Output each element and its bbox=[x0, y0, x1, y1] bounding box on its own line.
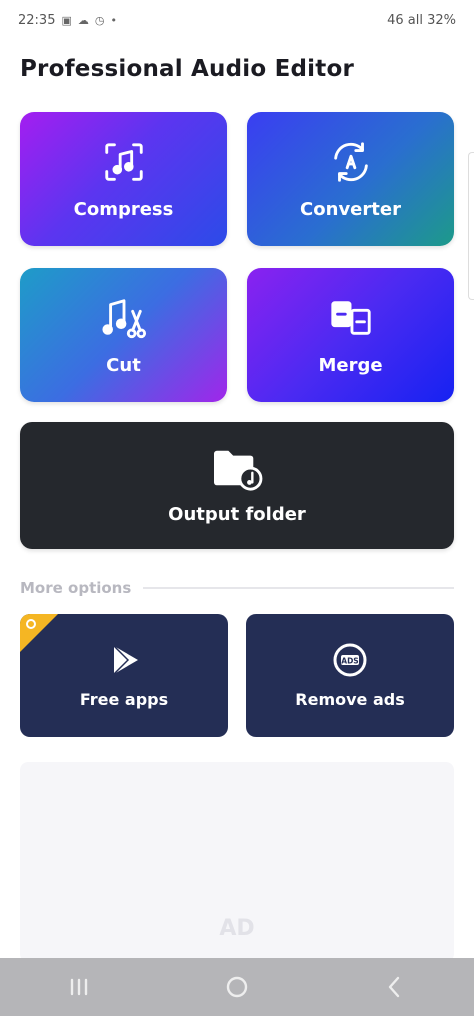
back-icon bbox=[388, 976, 400, 998]
converter-button[interactable]: Converter bbox=[247, 112, 454, 246]
converter-label: Converter bbox=[300, 198, 401, 220]
svg-text:ADS: ADS bbox=[341, 657, 358, 666]
screen: 22:35 ▣ ☁ ◷ • 46 all 32% Professional Au… bbox=[0, 0, 474, 1016]
output-folder-label: Output folder bbox=[168, 504, 306, 525]
scroll-handle[interactable] bbox=[468, 152, 474, 300]
remove-ads-button[interactable]: ADS Remove ads bbox=[246, 614, 454, 737]
gallery-icon: ▣ bbox=[61, 13, 72, 27]
free-apps-label: Free apps bbox=[79, 690, 169, 709]
home-icon bbox=[226, 976, 248, 998]
status-indicators: 46 all 32% bbox=[387, 12, 456, 28]
recent-apps-icon bbox=[70, 978, 88, 996]
merge-label: Merge bbox=[318, 354, 383, 376]
remove-ads-label: Remove ads bbox=[295, 690, 405, 709]
ads-icon: ADS bbox=[333, 643, 367, 677]
convert-cycle-icon bbox=[333, 141, 368, 182]
merge-files-icon bbox=[330, 300, 371, 335]
ad-banner[interactable]: AD bbox=[20, 762, 454, 962]
corner-badge bbox=[20, 614, 58, 652]
status-right: 46 all 32% bbox=[387, 13, 456, 28]
free-apps-button[interactable]: Free apps bbox=[20, 614, 228, 737]
music-scissors-icon bbox=[101, 298, 146, 338]
page-title: Professional Audio Editor bbox=[20, 56, 354, 82]
status-bar: 22:35 ▣ ☁ ◷ • 46 all 32% bbox=[0, 0, 474, 40]
alarm-icon: ◷ bbox=[94, 13, 105, 27]
status-left: 22:35 ▣ ☁ ◷ • bbox=[18, 13, 117, 28]
merge-button[interactable]: Merge bbox=[247, 268, 454, 402]
cut-button[interactable]: Cut bbox=[20, 268, 227, 402]
back-button[interactable] bbox=[365, 967, 425, 1007]
dot-icon: • bbox=[110, 13, 117, 27]
more-options-label: More options bbox=[20, 579, 132, 597]
compress-label: Compress bbox=[73, 198, 174, 220]
cut-label: Cut bbox=[106, 354, 141, 376]
navigation-bar bbox=[0, 958, 474, 1016]
compress-music-icon bbox=[104, 142, 143, 181]
ad-label: AD bbox=[219, 916, 255, 941]
output-folder-button[interactable]: Output folder bbox=[20, 422, 454, 549]
cloud-icon: ☁ bbox=[77, 13, 89, 27]
divider bbox=[143, 587, 454, 589]
home-button[interactable] bbox=[207, 967, 267, 1007]
recent-apps-button[interactable] bbox=[49, 967, 109, 1007]
music-folder-icon bbox=[214, 450, 263, 491]
status-time: 22:35 bbox=[18, 12, 56, 28]
compress-button[interactable]: Compress bbox=[20, 112, 227, 246]
play-store-icon bbox=[113, 645, 138, 675]
more-options-header: More options bbox=[20, 578, 454, 598]
badge-icon bbox=[26, 619, 36, 629]
